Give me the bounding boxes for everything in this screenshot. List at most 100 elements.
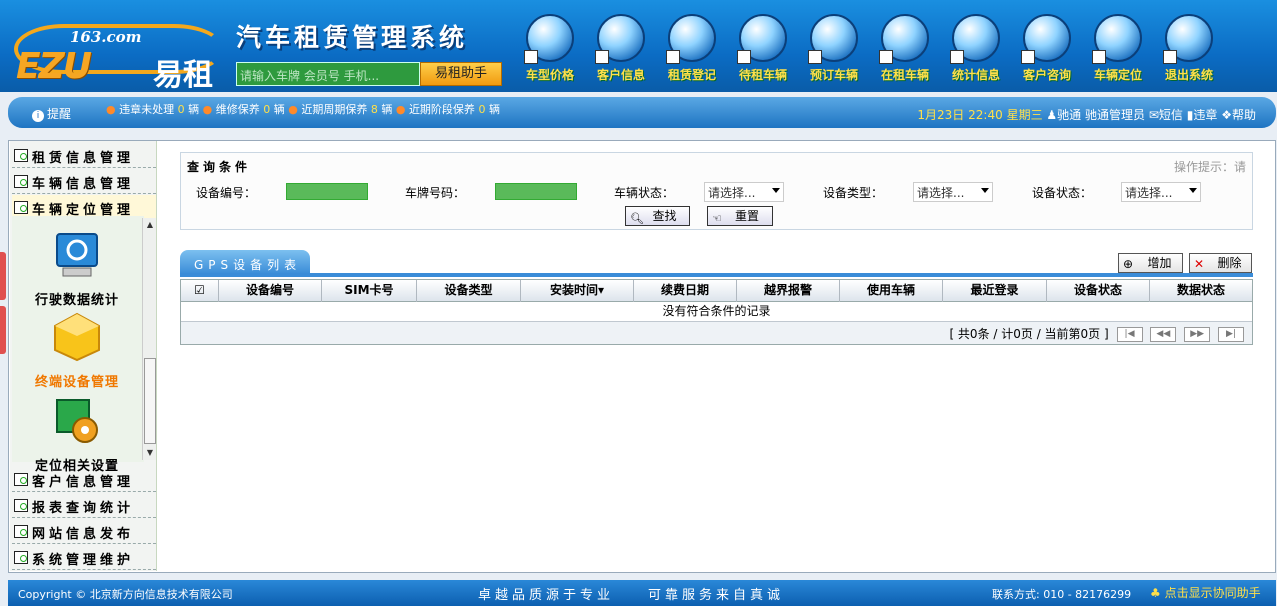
col-boundary-alarm[interactable]: 越界报警 (737, 280, 840, 302)
sidebar-scrollbar[interactable]: ▲ ▼ (142, 218, 156, 460)
scroll-thumb[interactable] (144, 358, 156, 444)
date-text: 1月23日 (917, 108, 965, 122)
device-table: ☑ 设备编号 SIM卡号 设备类型 安装时间▾ 续费日期 越界报警 使用车辆 最… (180, 279, 1253, 345)
notice-count: 0 (177, 103, 185, 116)
col-last-login[interactable]: 最近登录 (943, 280, 1047, 302)
next-page-button[interactable]: ▶▶ (1184, 327, 1211, 342)
plate-input[interactable] (495, 183, 577, 200)
col-device-type[interactable]: 设备类型 (417, 280, 521, 302)
car-status-select[interactable]: 请选择... (704, 182, 784, 202)
nav-reserved-car[interactable]: 预订车辆 (802, 14, 866, 88)
reminder-link[interactable]: i 提醒 (32, 105, 71, 122)
col-device-no[interactable]: 设备编号 (219, 280, 322, 302)
sidebar-item-website[interactable]: 网站信息发布 (12, 519, 156, 544)
search-button[interactable]: 🔍︎ 查找 (625, 206, 690, 226)
notice-count: 0 (478, 103, 486, 116)
notice-label[interactable]: 维修保养 (216, 103, 260, 116)
col-vehicle[interactable]: 使用车辆 (840, 280, 943, 302)
nav-locate[interactable]: 车辆定位 (1086, 14, 1150, 88)
add-button-label: 增加 (1147, 256, 1172, 270)
nav-available-car[interactable]: 待租车辆 (731, 14, 795, 88)
nav-statistics[interactable]: 统计信息 (944, 14, 1008, 88)
notice-label[interactable]: 违章未处理 (119, 103, 174, 116)
device-status-select[interactable]: 请选择... (1121, 182, 1201, 202)
chevron-down-icon (1189, 188, 1197, 193)
customer-info-icon (595, 14, 645, 64)
nav-lease-register[interactable]: 租赁登记 (660, 14, 724, 88)
notice-count: 0 (263, 103, 271, 116)
notice-label[interactable]: 近期阶段保养 (409, 103, 475, 116)
search-input[interactable]: 请输入车牌 会员号 手机... (236, 62, 420, 86)
exit-icon (1163, 14, 1213, 64)
sidebar-item-vehicle[interactable]: 车辆信息管理 (12, 169, 156, 194)
tab-gps-device-list[interactable]: GPS设备列表 (180, 250, 310, 274)
locate-icon (1092, 14, 1142, 64)
nav-label: 预订车辆 (809, 68, 858, 82)
first-page-button[interactable]: |◀ (1116, 327, 1143, 342)
col-sim-no[interactable]: SIM卡号 (322, 280, 417, 302)
car-price-icon (524, 14, 574, 64)
add-icon: ⊕ (1123, 257, 1134, 271)
nav-car-price[interactable]: 车型价格 (518, 14, 582, 88)
col-device-status[interactable]: 设备状态 (1047, 280, 1150, 302)
scroll-up-icon[interactable]: ▲ (143, 218, 157, 232)
scroll-down-icon[interactable]: ▼ (143, 446, 157, 460)
sidebar-label: 客户信息管理 (32, 475, 135, 490)
collapse-tab[interactable] (0, 252, 6, 300)
assist-link[interactable]: ♣ 点击显示协同助手 (1150, 584, 1261, 601)
sidebar-label: 车辆信息管理 (32, 177, 135, 192)
reset-button[interactable]: ☜ 重置 (707, 206, 773, 226)
tab-underline (180, 273, 1253, 277)
assist-label: 点击显示协同助手 (1164, 586, 1261, 600)
assist-icon: ♣ (1150, 586, 1165, 600)
company-text: 驰通 (1057, 108, 1082, 122)
notice-unit: 辆 (488, 103, 500, 116)
sms-link[interactable]: 短信 (1159, 108, 1183, 122)
add-button[interactable]: ⊕ 增加 (1118, 253, 1183, 273)
prev-page-button[interactable]: ◀◀ (1150, 327, 1177, 342)
helper-button[interactable]: 易租助手 (420, 62, 502, 86)
delete-button[interactable]: ✕ 删除 (1189, 253, 1252, 273)
table-header: ☑ 设备编号 SIM卡号 设备类型 安装时间▾ 续费日期 越界报警 使用车辆 最… (181, 280, 1252, 302)
violation-link[interactable]: 违章 (1193, 108, 1217, 122)
nav-customer-info[interactable]: 客户信息 (589, 14, 653, 88)
sub-item-driving-stats[interactable]: 行驶数据统计 (12, 230, 142, 308)
monitor-icon (56, 233, 98, 277)
help-icon: ❖ (1221, 108, 1232, 122)
bullet-icon: ● (202, 103, 213, 116)
lease-register-icon (666, 14, 716, 64)
last-page-button[interactable]: ▶| (1218, 327, 1244, 342)
hand-icon: ☜ (712, 212, 722, 225)
nav-exit[interactable]: 退出系统 (1157, 14, 1221, 88)
notice-items: ● 违章未处理 0 辆 ● 维修保养 0 辆 ● 近期周期保养 8 辆 ● 近期… (106, 101, 500, 117)
col-renew-date[interactable]: 续费日期 (634, 280, 737, 302)
nav-label: 客户咨询 (1022, 68, 1071, 82)
sidebar-item-system[interactable]: 系统管理维护 (12, 545, 156, 570)
pager-info: [ 共0条 / 计0页 / 当前第0页 ] (949, 327, 1109, 341)
help-link[interactable]: 帮助 (1232, 108, 1256, 122)
sub-item-positioning-settings[interactable]: 定位相关设置 (12, 396, 142, 474)
nav-label: 租赁登记 (667, 68, 716, 82)
nav-label: 退出系统 (1164, 68, 1213, 82)
user-icon: ♟ (1046, 108, 1058, 122)
status-right: 1月23日 22:40 星期三 ♟驰通 驰通管理员 ✉短信 ▮违章 ❖帮助 (917, 106, 1256, 123)
motto: 卓越品质源于专业 可靠服务来自真诚 (478, 588, 785, 603)
sub-item-terminal-device[interactable]: 终端设备管理 (12, 312, 142, 390)
notice-label[interactable]: 近期周期保养 (301, 103, 367, 116)
select-all-checkbox[interactable]: ☑ (181, 280, 219, 302)
col-data-status[interactable]: 数据状态 (1150, 280, 1252, 302)
nav-consult[interactable]: 客户咨询 (1015, 14, 1079, 88)
folder-icon (14, 149, 28, 162)
consult-icon (1021, 14, 1071, 64)
device-no-input[interactable] (286, 183, 368, 200)
nav-label: 统计信息 (951, 68, 1000, 82)
bullet-icon: ● (106, 103, 116, 116)
sidebar-item-report[interactable]: 报表查询统计 (12, 493, 156, 518)
plate-label: 车牌号码： (405, 186, 466, 200)
sidebar-item-lease[interactable]: 租赁信息管理 (12, 143, 156, 168)
nav-label: 客户信息 (596, 68, 645, 82)
col-install-time[interactable]: 安装时间▾ (521, 280, 634, 302)
device-type-select[interactable]: 请选择... (913, 182, 993, 202)
nav-rented-car[interactable]: 在租车辆 (873, 14, 937, 88)
expand-tab[interactable] (0, 306, 6, 354)
